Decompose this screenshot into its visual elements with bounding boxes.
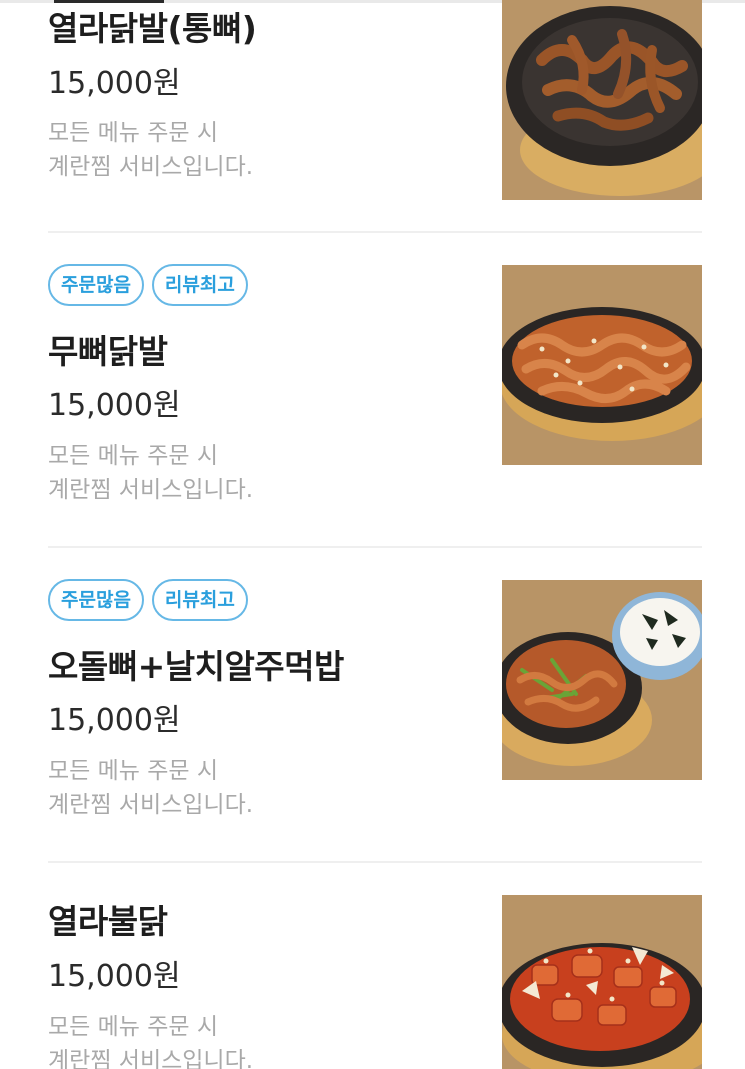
menu-item-name: 무뼈닭발: [48, 332, 168, 371]
badge-best-review: 리뷰최고: [151, 264, 248, 306]
badge-popular: 주문많음: [48, 579, 144, 621]
menu-item-price: 15,000원: [48, 66, 181, 101]
food-photo-icon[interactable]: [502, 580, 702, 780]
menu-item-name: 열라불닭: [48, 902, 168, 941]
food-photo-icon[interactable]: [502, 0, 702, 200]
menu-item-desc-line2: 계란찜 서비스입니다.: [48, 477, 254, 503]
menu-item-description: 모든 메뉴 주문 시 계란찜 서비스입니다.: [48, 1010, 253, 1069]
menu-item-price: 15,000원: [48, 959, 181, 994]
menu-item-price: 15,000원: [48, 703, 181, 738]
menu-item-desc-line1: 모든 메뉴 주문 시: [48, 120, 219, 146]
menu-item-name: 오돌뼈+날치알주먹밥: [48, 647, 344, 686]
menu-item-description: 모든 메뉴 주문 시 계란찜 서비스입니다.: [48, 754, 253, 822]
menu-item-desc-line2: 계란찜 서비스입니다.: [48, 1048, 254, 1069]
menu-item-description: 모든 메뉴 주문 시 계란찜 서비스입니다.: [48, 116, 253, 184]
menu-item-desc-line1: 모든 메뉴 주문 시: [48, 443, 219, 469]
menu-item-description: 모든 메뉴 주문 시 계란찜 서비스입니다.: [48, 439, 253, 507]
menu-item-desc-line1: 모든 메뉴 주문 시: [48, 758, 219, 784]
badge-group: 주문많음 리뷰최고: [48, 579, 248, 621]
menu-item-price: 15,000원: [48, 388, 181, 423]
food-photo-icon[interactable]: [502, 265, 702, 465]
menu-item-desc-line1: 모든 메뉴 주문 시: [48, 1014, 219, 1040]
menu-item-desc-line2: 계란찜 서비스입니다.: [48, 792, 254, 818]
menu-item-odolppyeo-jumeokbap[interactable]: 주문많음 리뷰최고 오돌뼈+날치알주먹밥 15,000원 모든 메뉴 주문 시 …: [0, 548, 745, 863]
food-photo-icon[interactable]: [502, 895, 702, 1069]
badge-popular: 주문많음: [48, 264, 144, 306]
menu-item-desc-line2: 계란찜 서비스입니다.: [48, 154, 254, 180]
menu-item-mupyeo-dakbal[interactable]: 주문많음 리뷰최고 무뼈닭발 15,000원 모든 메뉴 주문 시 계란찜 서비…: [0, 233, 745, 548]
badge-group: 주문많음 리뷰최고: [48, 264, 248, 306]
menu-item-yeolla-buldak[interactable]: 열라불닭 15,000원 모든 메뉴 주문 시 계란찜 서비스입니다.: [0, 863, 745, 1069]
menu-item-name: 열라닭발(통뼈): [48, 9, 257, 48]
menu-list-page: 열라닭발(통뼈) 15,000원 모든 메뉴 주문 시 계란찜 서비스입니다.: [0, 0, 745, 1069]
menu-item-dakbal-tongppyeo[interactable]: 열라닭발(통뼈) 15,000원 모든 메뉴 주문 시 계란찜 서비스입니다.: [0, 0, 745, 233]
badge-best-review: 리뷰최고: [151, 579, 248, 621]
